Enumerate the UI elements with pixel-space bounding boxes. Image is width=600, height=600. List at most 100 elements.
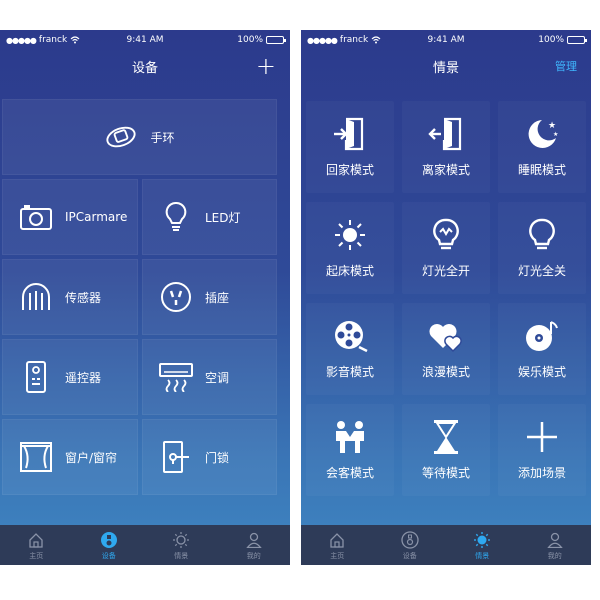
device-label: 窗户/窗帘 — [65, 450, 118, 465]
socket-icon — [159, 280, 193, 314]
scene-guest-mode[interactable]: 会客模式 — [302, 400, 398, 500]
add-device-button[interactable]: + — [256, 54, 276, 78]
tab-label: 设备 — [402, 551, 417, 560]
device-tile-sensor[interactable]: 传感器 — [2, 259, 138, 335]
scene-label: 回家模式 — [325, 163, 374, 177]
device-tile-camera[interactable]: IPCarmare — [2, 179, 138, 255]
moon-stars-icon: ★ ★ — [523, 115, 561, 153]
tab-label: 情景 — [475, 551, 490, 560]
tab-bar: 主页 设备 情景 我的 — [301, 525, 591, 565]
scene-home-mode[interactable]: 回家模式 — [302, 97, 398, 197]
scene-wake-mode[interactable]: 起床模式 — [302, 198, 398, 298]
status-bar: ●●●●● franck 9:41 AM 100% — [0, 30, 290, 50]
sun-icon — [472, 530, 492, 550]
bulb-icon — [159, 200, 193, 234]
scene-label: 睡眠模式 — [517, 163, 566, 177]
light-on-icon — [427, 216, 465, 254]
tab-home[interactable]: 主页 — [301, 525, 374, 565]
scene-waiting-mode[interactable]: 等待模式 — [398, 400, 494, 500]
tab-home[interactable]: 主页 — [0, 525, 73, 565]
air-conditioner-icon — [159, 360, 193, 394]
scene-media-mode[interactable]: 影音模式 — [302, 299, 398, 399]
scene-romantic-mode[interactable]: 浪漫模式 — [398, 299, 494, 399]
user-icon — [545, 530, 565, 550]
nav-bar: 情景 管理 — [301, 50, 591, 82]
device-label: 遥控器 — [65, 370, 102, 385]
device-tile-ac[interactable]: 空调 — [142, 339, 277, 415]
device-tile-remote[interactable]: 遥控器 — [2, 339, 138, 415]
device-label: 空调 — [205, 370, 230, 385]
manage-button[interactable]: 管理 — [555, 58, 577, 74]
device-label: 手环 — [150, 130, 175, 145]
scene-entertainment-mode[interactable]: 娱乐模式 — [494, 299, 590, 399]
tab-me[interactable]: 我的 — [519, 525, 592, 565]
sun-icon — [171, 530, 191, 550]
scene-label: 浪漫模式 — [421, 365, 470, 379]
tab-devices[interactable]: 设备 — [73, 525, 146, 565]
tab-scenes[interactable]: 情景 — [446, 525, 519, 565]
scene-label: 会客模式 — [325, 466, 374, 480]
battery-icon — [266, 36, 286, 44]
door-lock-icon — [159, 440, 193, 474]
battery-percent: 100% — [237, 35, 263, 45]
device-tile-lock[interactable]: 门锁 — [142, 419, 277, 495]
scenes-screen: ●●●●● franck 9:41 AM 100% 情景 管理 回家模式 离家模… — [301, 30, 591, 565]
curtain-icon — [19, 440, 53, 474]
light-off-icon — [523, 216, 561, 254]
device-icon — [400, 530, 420, 550]
svg-text:★: ★ — [548, 121, 556, 131]
scene-label: 影音模式 — [325, 365, 374, 379]
scene-label: 灯光全开 — [421, 264, 470, 278]
device-label: LED灯 — [205, 210, 241, 225]
leave-home-icon — [427, 115, 465, 153]
scene-lights-off[interactable]: 灯光全关 — [494, 198, 590, 298]
bracelet-icon — [104, 120, 138, 154]
tab-label: 设备 — [101, 551, 116, 560]
device-label: 传感器 — [65, 290, 102, 305]
camera-icon — [19, 200, 53, 234]
scene-add[interactable]: 添加场景 — [494, 400, 590, 500]
tab-me[interactable]: 我的 — [218, 525, 291, 565]
hourglass-icon — [427, 418, 465, 456]
tab-label: 我的 — [246, 551, 261, 560]
status-bar: ●●●●● franck 9:41 AM 100% — [301, 30, 591, 50]
scene-label: 娱乐模式 — [517, 365, 566, 379]
tab-label: 我的 — [547, 551, 562, 560]
page-title: 情景 — [432, 60, 459, 76]
carrier-name: franck — [339, 35, 369, 45]
battery-percent: 100% — [538, 35, 564, 45]
scene-sleep-mode[interactable]: ★ ★ 睡眠模式 — [494, 97, 590, 197]
page-title: 设备 — [131, 60, 158, 76]
wifi-icon — [70, 36, 80, 44]
user-icon — [244, 530, 264, 550]
scene-label: 等待模式 — [421, 466, 470, 480]
device-tile-bracelet[interactable]: 手环 — [2, 99, 277, 175]
sensor-icon — [19, 280, 53, 314]
guests-icon — [331, 418, 369, 456]
device-label: 门锁 — [205, 450, 230, 465]
scene-lights-on[interactable]: 灯光全开 — [398, 198, 494, 298]
carrier-name: franck — [38, 35, 68, 45]
scene-label: 起床模式 — [325, 264, 374, 278]
tab-label: 主页 — [29, 551, 44, 560]
sunrise-icon — [331, 216, 369, 254]
tab-scenes[interactable]: 情景 — [145, 525, 218, 565]
devices-screen: ●●●●● franck 9:41 AM 100% 设备 + 手环 IPCarm… — [0, 30, 290, 565]
remote-icon — [19, 360, 53, 394]
scene-label: 离家模式 — [421, 163, 470, 177]
device-tile-socket[interactable]: 插座 — [142, 259, 277, 335]
battery-icon — [567, 36, 587, 44]
tab-devices[interactable]: 设备 — [374, 525, 447, 565]
scene-leave-mode[interactable]: 离家模式 — [398, 97, 494, 197]
tab-label: 情景 — [174, 551, 189, 560]
tab-label: 主页 — [330, 551, 345, 560]
film-reel-icon — [331, 317, 369, 355]
nav-bar: 设备 + — [0, 50, 290, 82]
device-label: IPCarmare — [65, 210, 128, 224]
device-tile-curtain[interactable]: 窗户/窗帘 — [2, 419, 138, 495]
music-disc-icon — [523, 317, 561, 355]
home-icon — [327, 530, 347, 550]
hearts-icon — [427, 317, 465, 355]
signal-icon: ●●●●● — [307, 35, 338, 45]
device-tile-led[interactable]: LED灯 — [142, 179, 277, 255]
